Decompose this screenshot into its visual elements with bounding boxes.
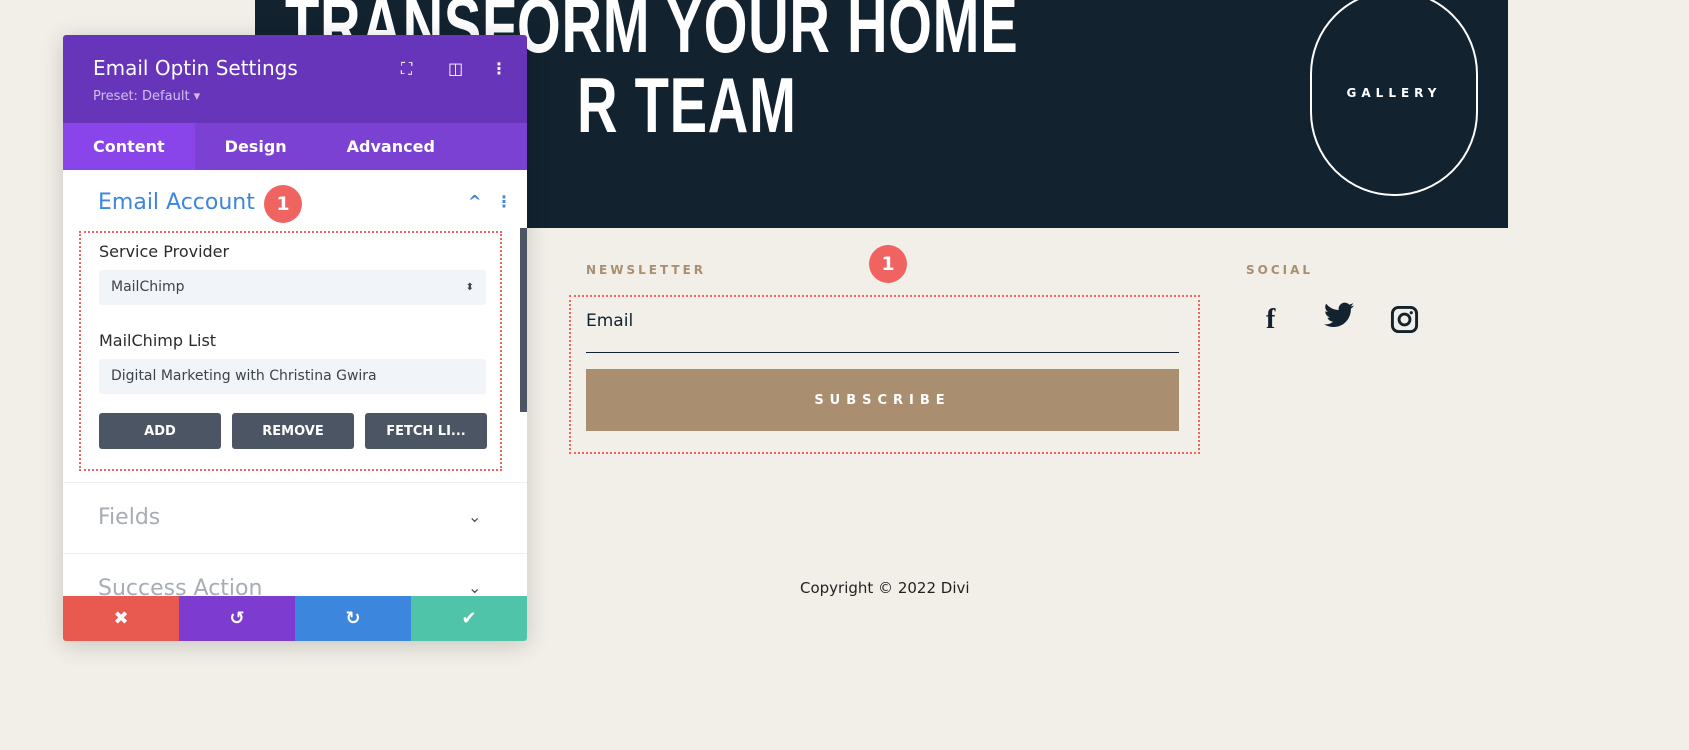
panel-footer: ✖ ↺ ↻ ✔ [63, 596, 527, 641]
copyright-text: Copyright © 2022 Divi [800, 579, 970, 597]
instagram-icon[interactable] [1390, 305, 1419, 341]
select-arrows-icon: ⬍ [465, 282, 474, 293]
divider [63, 553, 527, 554]
save-button[interactable]: ✔ [411, 596, 527, 641]
scrollbar[interactable] [520, 228, 527, 412]
facebook-icon[interactable]: f [1266, 304, 1275, 336]
check-icon: ✔ [461, 608, 477, 629]
gallery-button[interactable]: GALLERY [1310, 0, 1478, 196]
undo-icon: ↺ [229, 608, 245, 629]
more-options-icon[interactable]: ⋮ [491, 59, 507, 78]
module-badge: 1 [869, 245, 907, 283]
tab-design[interactable]: Design [195, 123, 317, 170]
cancel-button[interactable]: ✖ [63, 596, 179, 641]
hero-heading-line2: R TEAM [577, 61, 797, 149]
fetch-lists-button[interactable]: FETCH LI... [365, 413, 487, 449]
preset-dropdown[interactable]: Preset: Default ▾ [93, 89, 200, 104]
close-icon: ✖ [113, 608, 129, 629]
section-options-icon[interactable]: ⋮ [496, 192, 512, 211]
twitter-icon[interactable] [1324, 302, 1354, 335]
add-button[interactable]: ADD [99, 413, 221, 449]
email-input[interactable]: Email [586, 311, 1179, 353]
panel-header: Email Optin Settings Preset: Default ▾ ⛶… [63, 35, 527, 123]
section-badge: 1 [264, 185, 302, 223]
fullscreen-icon[interactable]: ⛶ [401, 59, 412, 79]
mailchimp-list-select[interactable]: Digital Marketing with Christina Gwira [99, 359, 486, 394]
social-label: SOCIAL [1246, 263, 1314, 277]
remove-button[interactable]: REMOVE [232, 413, 354, 449]
panel-title: Email Optin Settings [93, 56, 298, 80]
panel-tabs: Content Design Advanced [63, 123, 527, 170]
redo-button[interactable]: ↻ [295, 596, 411, 641]
service-provider-select[interactable]: MailChimp ⬍ [99, 270, 486, 305]
mailchimp-list-label: MailChimp List [99, 331, 217, 350]
divider [63, 482, 527, 483]
section-fields[interactable]: Fields [98, 505, 160, 530]
settings-panel: Email Optin Settings Preset: Default ▾ ⛶… [63, 35, 527, 641]
chevron-up-icon[interactable]: ^ [468, 192, 481, 211]
section-email-account[interactable]: Email Account [98, 190, 255, 215]
email-optin-module: Email SUBSCRIBE [569, 295, 1200, 454]
email-account-settings: Service Provider MailChimp ⬍ MailChimp Li… [79, 231, 502, 471]
sidebar-layout-icon[interactable]: ◫ [448, 59, 463, 78]
tab-content[interactable]: Content [63, 123, 195, 170]
service-provider-label: Service Provider [99, 242, 230, 261]
service-provider-value: MailChimp [111, 279, 185, 295]
tab-advanced[interactable]: Advanced [317, 123, 465, 170]
newsletter-label: NEWSLETTER [586, 263, 707, 277]
redo-icon: ↻ [345, 608, 361, 629]
subscribe-button[interactable]: SUBSCRIBE [586, 369, 1179, 431]
undo-button[interactable]: ↺ [179, 596, 295, 641]
chevron-down-icon[interactable]: ⌄ [468, 507, 481, 526]
chevron-down-icon[interactable]: ⌄ [468, 578, 481, 597]
